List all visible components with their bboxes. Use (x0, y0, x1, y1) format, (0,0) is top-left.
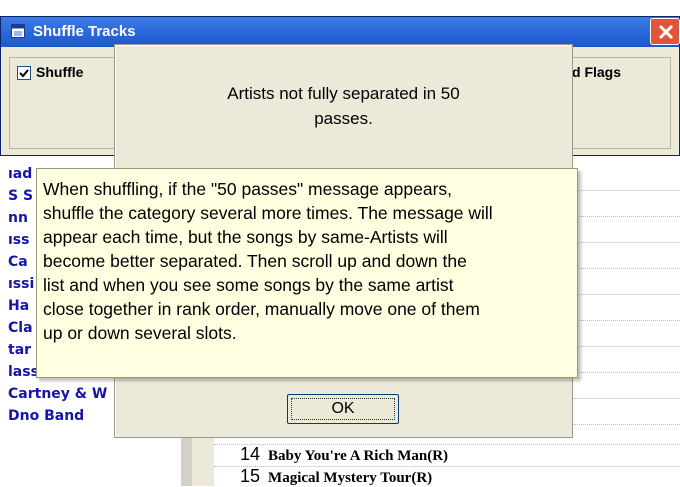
checkmark-icon (19, 69, 29, 78)
list-item[interactable]: ıad (8, 166, 32, 182)
track-title: Magical Mystery Tour(R) (268, 470, 433, 486)
help-tooltip: When shuffling, if the "50 passes" messa… (36, 168, 578, 378)
track-title: Baby You're A Rich Man(R) (268, 448, 449, 464)
list-item[interactable]: Ha (8, 298, 29, 314)
list-item[interactable]: Cartney & W (8, 386, 107, 402)
list-item[interactable]: Cla (8, 320, 33, 336)
track-number: 15 (240, 466, 261, 486)
shuffle-checkbox-label[interactable]: Shuffle (36, 64, 83, 80)
list-item[interactable]: tar (8, 342, 31, 358)
table-row[interactable]: 15 Magical Mystery Tour(R) (240, 466, 432, 487)
list-item[interactable]: Ca (8, 254, 28, 270)
table-row[interactable]: 14 Baby You're A Rich Man(R) (240, 444, 448, 465)
close-icon (658, 24, 674, 40)
dialog-titlebar: Shuffle Tracks (1, 17, 679, 47)
list-item[interactable]: ıss (8, 232, 29, 248)
message-text: Artists not fully separated in 50 passes… (115, 81, 572, 131)
dialog-title: Shuffle Tracks (33, 23, 136, 40)
track-number: 14 (240, 444, 261, 464)
window-icon (11, 24, 25, 38)
list-item[interactable]: S S (8, 188, 33, 204)
flags-label: d Flags (572, 64, 622, 80)
shuffle-checkbox[interactable] (17, 66, 31, 80)
list-item[interactable]: nn (8, 210, 28, 226)
list-item[interactable]: Dno Band (8, 408, 84, 424)
close-button[interactable] (650, 18, 680, 45)
ok-button[interactable]: OK (287, 394, 399, 424)
message-line-2: passes. (314, 109, 373, 128)
list-item[interactable]: ıssi (8, 276, 34, 292)
message-line-1: Artists not fully separated in 50 (227, 84, 460, 103)
